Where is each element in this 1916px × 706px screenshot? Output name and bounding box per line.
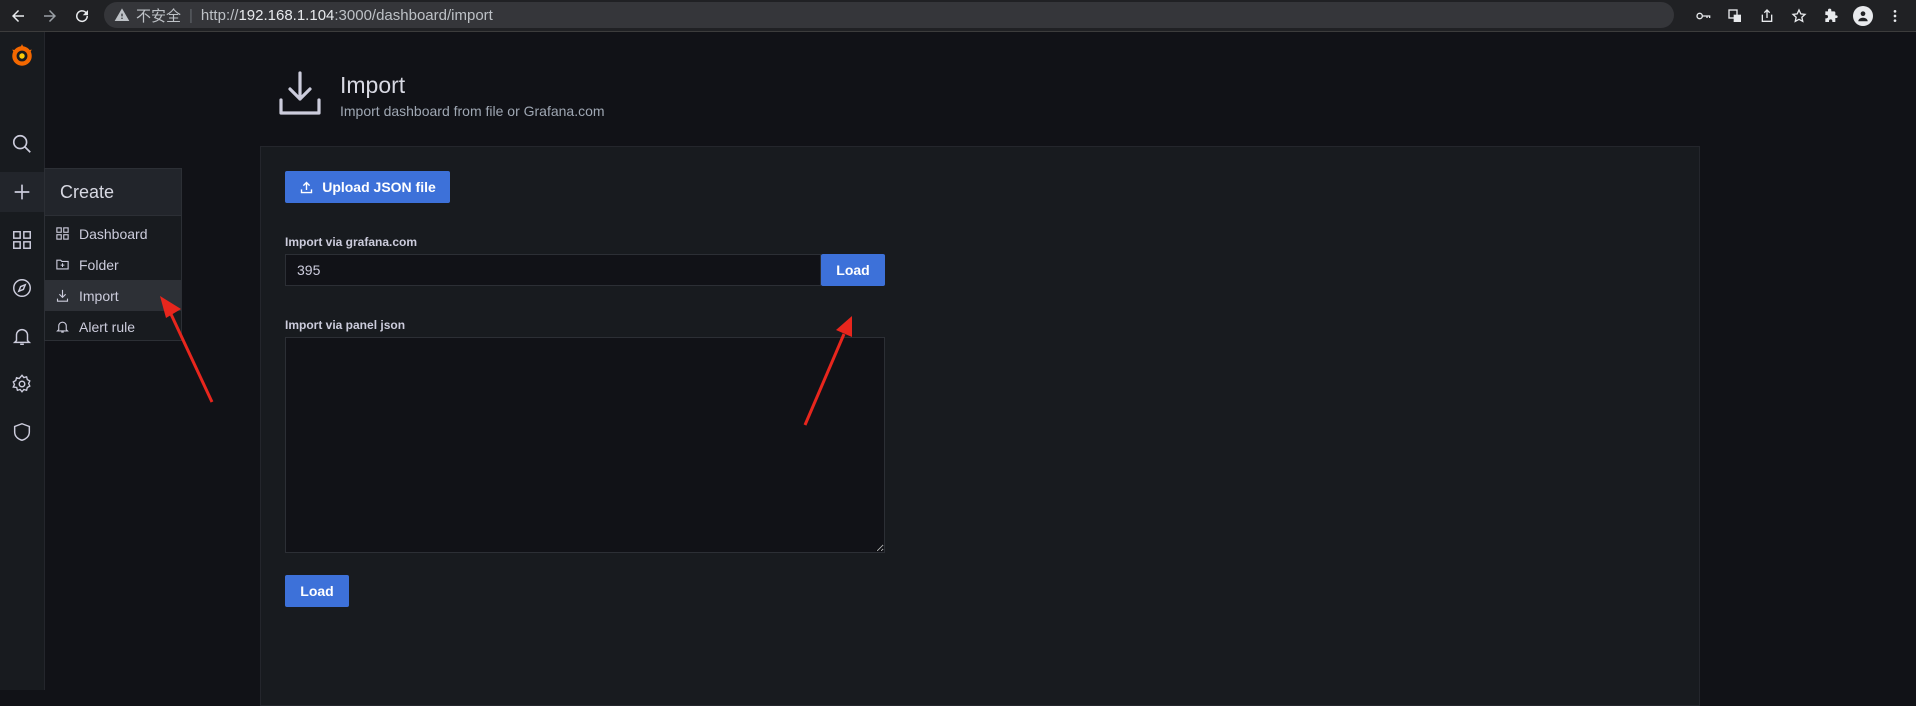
share-icon (1761, 9, 1773, 22)
address-separator: | (189, 6, 193, 24)
page-subtitle: Import dashboard from file or Grafana.co… (340, 103, 605, 119)
url-host: 192.168.1.104 (238, 6, 335, 24)
page-title: Import (340, 72, 406, 98)
load-panel-json-button[interactable]: Load (285, 575, 349, 607)
sidemenu (0, 32, 45, 690)
dashboards-nav[interactable] (0, 220, 44, 260)
create-nav[interactable] (0, 172, 44, 212)
translate-icon (1728, 9, 1741, 22)
load-grafana-com-button[interactable]: Load (821, 254, 885, 286)
panel-json-textarea[interactable] (285, 337, 885, 553)
forward-button[interactable] (36, 2, 64, 30)
url-path: :3000/dashboard/import (334, 6, 493, 24)
upload-json-button[interactable]: Upload JSON file (285, 171, 450, 203)
dashboard-grid-icon (56, 227, 69, 240)
menu-item-import[interactable]: Import (45, 280, 181, 311)
browser-menu-button[interactable] (1882, 3, 1908, 29)
reload-button[interactable] (68, 2, 96, 30)
search-nav[interactable] (0, 124, 44, 164)
menu-item-label: Folder (79, 256, 119, 273)
star-icon (1791, 8, 1807, 23)
upload-icon (301, 181, 313, 193)
translate-button[interactable] (1722, 3, 1748, 29)
server-admin-nav[interactable] (0, 412, 44, 452)
extensions-button[interactable] (1818, 3, 1844, 29)
menu-icon (1893, 10, 1897, 22)
grafana-com-label: Import via grafana.com (285, 235, 418, 249)
plus-icon (14, 184, 30, 200)
grafana-com-input[interactable] (285, 254, 821, 286)
configuration-nav[interactable] (0, 364, 44, 404)
address-bar[interactable]: 不安全 | http://192.168.1.104:3000/dashboar… (104, 2, 1674, 28)
warning-icon (114, 8, 130, 21)
grafana-home-link[interactable] (0, 36, 44, 76)
url-prefix: http:// (200, 6, 239, 24)
back-button[interactable] (4, 2, 32, 30)
explore-compass-icon (13, 279, 31, 297)
menu-item-dashboard[interactable]: Dashboard (45, 218, 181, 249)
reload-icon (76, 9, 89, 22)
folder-icon (56, 259, 69, 270)
key-icon (1696, 12, 1711, 20)
extensions-icon (1825, 8, 1838, 22)
explore-nav[interactable] (0, 268, 44, 308)
menu-item-label: Dashboard (79, 225, 148, 242)
bell-icon (56, 321, 69, 333)
share-button[interactable] (1754, 3, 1780, 29)
create-menu-title[interactable]: Create (45, 169, 181, 216)
browser-toolbar: 不安全 | http://192.168.1.104:3000/dashboar… (0, 0, 1916, 32)
forward-icon (44, 9, 56, 22)
bookmark-button[interactable] (1786, 3, 1812, 29)
menu-item-alert-rule[interactable]: Alert rule (45, 311, 181, 342)
import-icon (279, 71, 321, 115)
insecure-label: 不安全 (136, 7, 182, 25)
password-button[interactable] (1690, 3, 1716, 29)
profile-icon (1853, 6, 1873, 26)
dashboards-icon (13, 231, 31, 249)
profile-button[interactable] (1850, 3, 1876, 29)
grafana-logo-icon (12, 44, 32, 66)
panel-json-label: Import via panel json (285, 318, 406, 332)
shield-icon (13, 422, 31, 442)
back-icon (12, 9, 24, 22)
menu-item-folder[interactable]: Folder (45, 249, 181, 280)
bell-icon (12, 328, 32, 345)
menu-item-label: Import (79, 287, 119, 304)
alerting-nav[interactable] (0, 316, 44, 356)
menu-item-label: Alert rule (79, 318, 136, 335)
upload-json-label: Upload JSON file (322, 179, 436, 195)
search-icon (12, 134, 31, 153)
create-menu: Create Dashboard Folder Import Alert rul… (44, 168, 182, 341)
import-icon (56, 289, 69, 302)
gear-icon (12, 374, 31, 393)
